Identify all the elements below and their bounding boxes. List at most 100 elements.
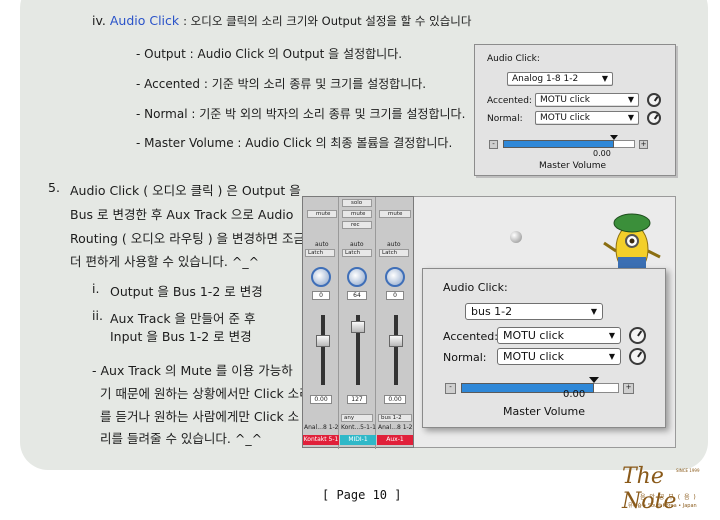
output-dropdown[interactable]: Analog 1-8 1-2 ▼ — [507, 72, 613, 86]
step-5-line-2: Bus 로 변경한 후 Aux Track 으로 Audio — [70, 207, 294, 222]
mute-button[interactable]: mute — [379, 210, 411, 218]
auto-label: auto — [387, 241, 401, 248]
mixer-strip-midi: solo mute rec auto Latch 64 127 any Kont… — [340, 197, 376, 449]
volume-minus-button[interactable]: - — [445, 383, 456, 394]
accented-label: Accented: — [443, 330, 498, 343]
fader-track — [394, 315, 398, 385]
option-normal: - Normal : 기준 박 외의 박자의 소리 종류 및 크기를 설정합니다… — [136, 107, 466, 121]
accented-volume-knob[interactable] — [647, 93, 661, 107]
pan-value: 64 — [347, 291, 367, 300]
section-iv-description: : 오디오 클릭의 소리 크기와 Output 설정을 할 수 있습니다 — [183, 14, 472, 28]
output-dropdown[interactable]: bus 1-2 ▼ — [465, 303, 603, 320]
volume-readout: 0.00 — [593, 149, 611, 158]
mixer-strip-kontakt: mute auto Latch 0 0.00 Anal...8 1-2 Kont… — [303, 197, 339, 449]
normal-label: Normal: — [487, 114, 523, 124]
record-button[interactable]: rec — [342, 221, 372, 229]
chevron-down-icon: ▼ — [608, 352, 615, 361]
normal-value: MOTU click — [503, 350, 564, 363]
accented-value: MOTU click — [540, 95, 590, 105]
master-volume-label: Master Volume — [503, 405, 585, 418]
output-routing[interactable]: Anal...8 1-2 — [304, 424, 339, 431]
automation-dropdown[interactable]: Latch — [342, 249, 372, 257]
sub-i-number: i. — [92, 281, 100, 296]
volume-plus-button[interactable]: + — [623, 383, 634, 394]
normal-value: MOTU click — [540, 113, 590, 123]
note-line-1: - Aux Track 의 Mute 를 이용 가능하 — [92, 363, 293, 378]
accented-dropdown[interactable]: MOTU click ▼ — [497, 327, 621, 344]
sub-ii-line-2: Input 을 Bus 1-2 로 변경 — [110, 329, 252, 344]
master-volume-label: Master Volume — [539, 161, 607, 171]
fader-track — [321, 315, 325, 385]
volume-readout: 0.00 — [563, 389, 586, 400]
master-volume-slider[interactable] — [503, 140, 614, 148]
fader-handle[interactable] — [316, 335, 330, 347]
input-dropdown[interactable]: bus 1-2 — [378, 414, 412, 422]
track-name-midi: MIDI-1 — [340, 435, 376, 445]
master-volume-slider-rest — [614, 140, 635, 148]
pan-value: 0 — [386, 291, 404, 300]
pan-knob[interactable] — [347, 267, 367, 287]
accented-volume-knob[interactable] — [629, 327, 646, 344]
output-routing[interactable]: Anal...8 1-2 — [378, 424, 413, 431]
logo-tagline: 뮤직숍 • SouthKorea • Japan — [628, 503, 697, 509]
mixer-strip-aux: mute auto Latch 0 0.00 bus 1-2 Anal...8 … — [377, 197, 413, 449]
mute-button[interactable]: mute — [307, 210, 337, 218]
normal-label: Normal: — [443, 351, 487, 364]
pan-knob[interactable] — [385, 267, 405, 287]
automation-dropdown[interactable]: Latch — [379, 249, 409, 257]
accented-label: Accented: — [487, 96, 532, 106]
normal-volume-knob[interactable] — [647, 111, 661, 125]
chevron-down-icon: ▼ — [608, 331, 615, 340]
auto-label: auto — [315, 241, 329, 248]
output-value: Analog 1-8 1-2 — [512, 74, 579, 84]
mixer-window: mute auto Latch 0 0.00 Anal...8 1-2 Kont… — [302, 196, 414, 449]
option-accented: - Accented : 기준 박의 소리 종류 및 크기를 설정합니다. — [136, 77, 427, 91]
sub-i-text: Output 을 Bus 1-2 로 변경 — [110, 284, 263, 299]
volume-value: 0.00 — [310, 395, 332, 404]
chevron-down-icon: ▼ — [590, 307, 597, 316]
pan-value: 0 — [312, 291, 330, 300]
audio-click-panel-small: Audio Click: Analog 1-8 1-2 ▼ Accented: … — [474, 44, 676, 176]
volume-thumb[interactable] — [589, 377, 599, 383]
normal-dropdown[interactable]: MOTU click ▼ — [497, 348, 621, 365]
output-routing[interactable]: Kont...5-1-1 — [341, 424, 376, 431]
volume-plus-button[interactable]: + — [639, 140, 648, 149]
step-5-line-4: 더 편하게 사용할 수 있습니다. ^_^ — [70, 254, 260, 269]
normal-volume-knob[interactable] — [629, 348, 646, 365]
section-iv-heading: iv. Audio Click : 오디오 클릭의 소리 크기와 Output … — [92, 13, 471, 29]
logo-since: SINCE 1999 — [676, 468, 700, 473]
normal-dropdown[interactable]: MOTU click ▼ — [535, 111, 639, 125]
mute-button[interactable]: mute — [342, 210, 372, 218]
automation-dropdown[interactable]: Latch — [305, 249, 335, 257]
track-name-kontakt: Kontakt 5-1 — [303, 435, 339, 445]
sub-ii-number: ii. — [92, 308, 103, 323]
track-name-aux: Aux-1 — [377, 435, 413, 445]
input-dropdown[interactable]: any — [341, 414, 373, 422]
auto-label: auto — [350, 241, 364, 248]
option-output: - Output : Audio Click 의 Output 을 설정합니다. — [136, 47, 403, 61]
chevron-down-icon: ▼ — [601, 74, 608, 83]
fader-handle[interactable] — [351, 321, 365, 333]
audio-click-panel-large: Audio Click: bus 1-2 ▼ Accented: MOTU cl… — [422, 268, 666, 428]
panel-title: Audio Click: — [443, 281, 508, 294]
solo-button[interactable]: solo — [342, 199, 372, 207]
sub-ii-line-1: Aux Track 을 만들어 준 후 — [110, 311, 256, 326]
accented-dropdown[interactable]: MOTU click ▼ — [535, 93, 639, 107]
step-5-line-1: Audio Click ( 오디오 클릭 ) 은 Output 을 — [70, 183, 301, 198]
panel-title: Audio Click: — [487, 54, 540, 64]
audio-click-term: Audio Click — [109, 13, 180, 28]
output-value: bus 1-2 — [471, 305, 513, 318]
step-5-line-3: Routing ( 오디오 라우팅 ) 을 변경하면 조금 — [70, 231, 305, 246]
volume-thumb[interactable] — [610, 135, 618, 140]
note-line-3: 를 듣거나 원하는 사람에게만 Click 소 — [100, 409, 300, 424]
option-master-volume: - Master Volume : Audio Click 의 최종 볼륨을 결… — [136, 136, 453, 150]
note-line-4: 리를 들려줄 수 있습니다. ^_^ — [100, 431, 263, 446]
accented-value: MOTU click — [503, 329, 564, 342]
fader-handle[interactable] — [389, 335, 403, 347]
note-line-2: 기 때문에 원하는 상황에서만 Click 소리 — [100, 386, 311, 401]
section-iv-number: iv. — [92, 13, 106, 28]
volume-minus-button[interactable]: - — [489, 140, 498, 149]
pan-knob[interactable] — [311, 267, 331, 287]
volume-value: 0.00 — [384, 395, 406, 404]
status-light-icon — [510, 231, 522, 243]
